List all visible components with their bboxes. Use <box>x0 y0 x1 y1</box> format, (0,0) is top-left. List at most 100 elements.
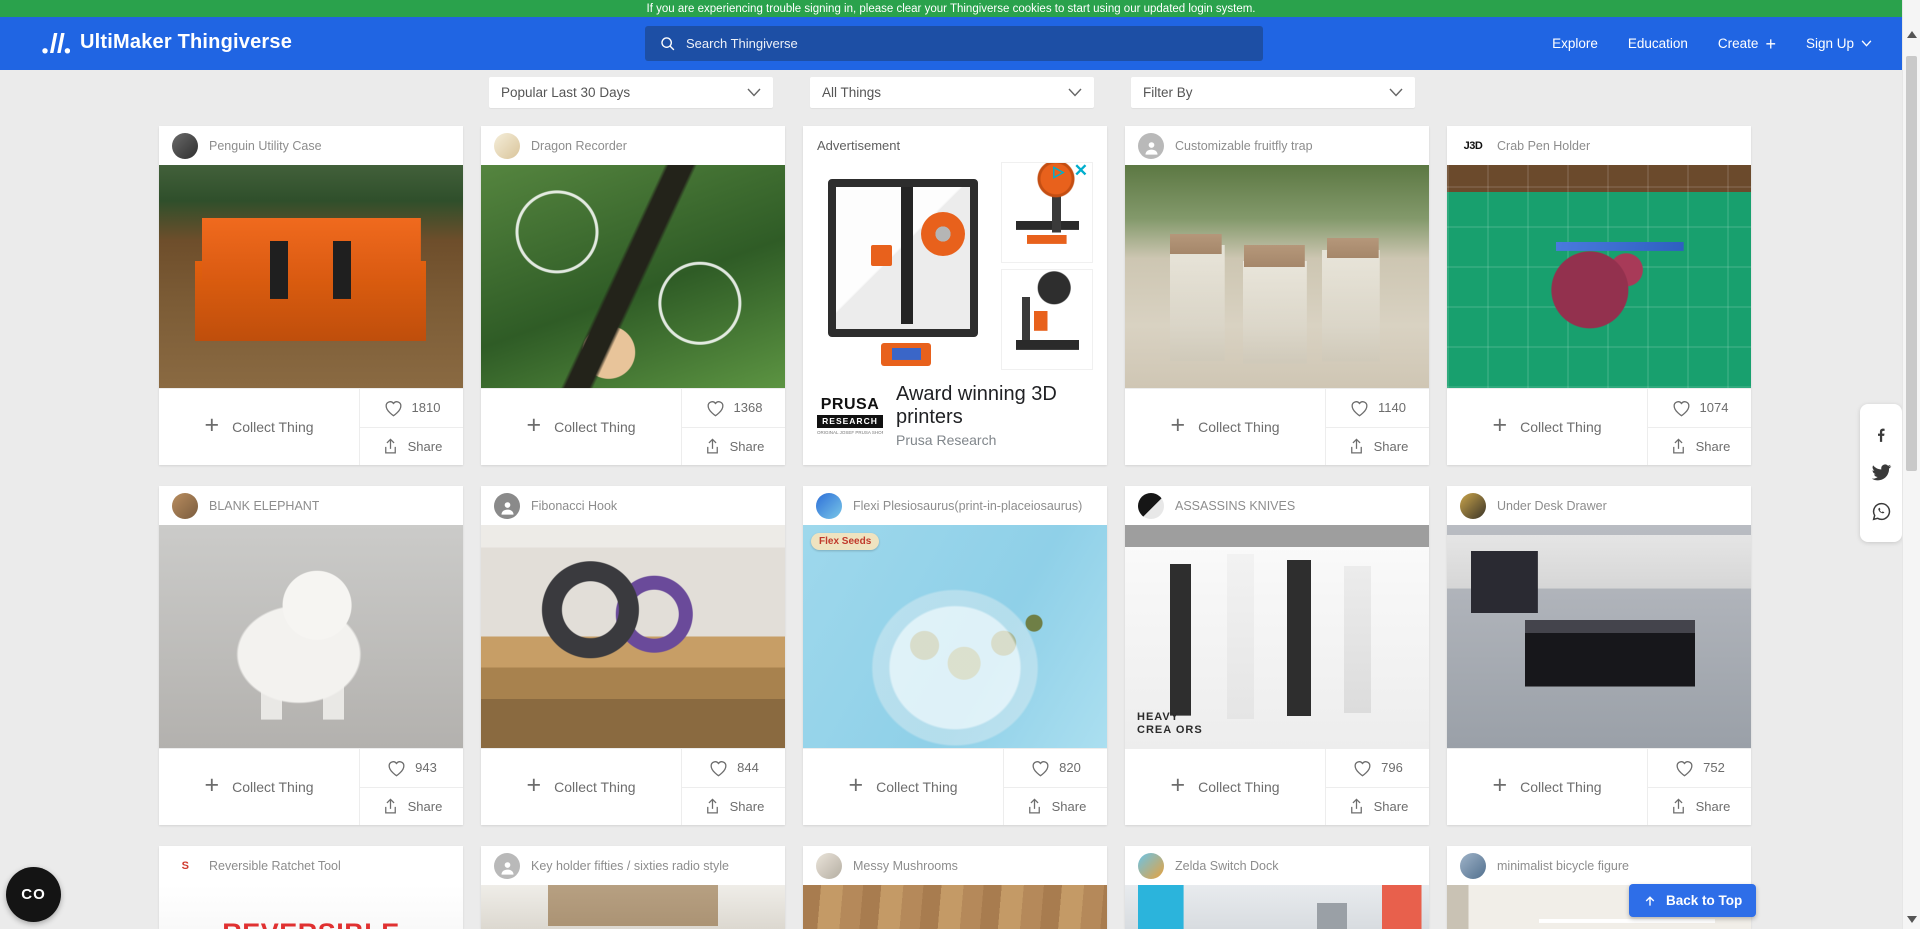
collect-thing-button[interactable]: + Collect Thing <box>159 389 359 465</box>
thing-image[interactable]: HEAVY CREA ORS <box>1125 525 1429 748</box>
creator-avatar[interactable] <box>1138 853 1164 879</box>
thing-card-header[interactable]: S Reversible Ratchet Tool <box>159 846 463 885</box>
thing-title[interactable]: Reversible Ratchet Tool <box>209 859 341 873</box>
share-button[interactable]: Share <box>682 427 785 466</box>
ad-close-icon[interactable]: ✕ <box>1074 161 1088 181</box>
thing-card-header[interactable]: Zelda Switch Dock <box>1125 846 1429 885</box>
search-bar[interactable] <box>645 26 1263 61</box>
nav-sign-up[interactable]: Sign Up <box>1806 36 1872 51</box>
collect-thing-button[interactable]: + Collect Thing <box>159 749 359 825</box>
thing-title[interactable]: Penguin Utility Case <box>209 139 322 153</box>
twitter-icon[interactable] <box>1871 464 1892 482</box>
thing-image[interactable] <box>1125 165 1429 388</box>
search-input[interactable] <box>686 36 1249 51</box>
creator-avatar[interactable] <box>494 493 520 519</box>
filter-by-dropdown[interactable]: Filter By <box>1131 77 1415 108</box>
thing-card-header[interactable]: BLANK ELEPHANT <box>159 486 463 525</box>
thing-title[interactable]: ASSASSINS KNIVES <box>1175 499 1295 513</box>
cookie-consent-button[interactable]: CO <box>6 867 61 922</box>
thing-image[interactable] <box>1125 885 1429 929</box>
scrollbar-thumb[interactable] <box>1906 56 1917 471</box>
like-button[interactable]: 1140 <box>1326 389 1429 427</box>
thing-title[interactable]: Zelda Switch Dock <box>1175 859 1279 873</box>
thing-image[interactable]: REVERSIBLE <box>159 885 463 929</box>
creator-avatar[interactable] <box>1138 133 1164 159</box>
thing-title[interactable]: Messy Mushrooms <box>853 859 958 873</box>
creator-avatar[interactable] <box>494 133 520 159</box>
thing-image[interactable] <box>803 885 1107 929</box>
page-scrollbar[interactable] <box>1902 0 1920 929</box>
like-button[interactable]: 820 <box>1004 749 1107 787</box>
creator-avatar[interactable] <box>172 493 198 519</box>
collect-thing-button[interactable]: + Collect Thing <box>1447 749 1647 825</box>
ad-choices-icon[interactable] <box>1051 165 1066 180</box>
collect-thing-button[interactable]: + Collect Thing <box>481 389 681 465</box>
share-button[interactable]: Share <box>682 787 785 826</box>
thing-card-header[interactable]: Under Desk Drawer <box>1447 486 1751 525</box>
thing-title[interactable]: Dragon Recorder <box>531 139 627 153</box>
nav-create[interactable]: Create + <box>1718 35 1776 53</box>
share-button[interactable]: Share <box>1648 427 1751 466</box>
share-button[interactable]: Share <box>1648 787 1751 826</box>
thing-image[interactable] <box>159 525 463 748</box>
share-button[interactable]: Share <box>1326 787 1429 826</box>
share-button[interactable]: Share <box>360 787 463 826</box>
collect-thing-button[interactable]: + Collect Thing <box>481 749 681 825</box>
like-button[interactable]: 844 <box>682 749 785 787</box>
thing-image[interactable] <box>159 165 463 388</box>
thing-image[interactable] <box>481 885 785 929</box>
nav-education[interactable]: Education <box>1628 36 1688 51</box>
share-button[interactable]: Share <box>1004 787 1107 826</box>
thing-card-header[interactable]: ASSASSINS KNIVES <box>1125 486 1429 525</box>
creator-avatar[interactable] <box>1138 493 1164 519</box>
like-button[interactable]: 943 <box>360 749 463 787</box>
creator-avatar[interactable] <box>816 493 842 519</box>
like-button[interactable]: 796 <box>1326 749 1429 787</box>
thing-image[interactable] <box>1447 165 1751 388</box>
thing-image[interactable] <box>481 525 785 748</box>
thing-card-header[interactable]: Customizable fruitfly trap <box>1125 126 1429 165</box>
like-button[interactable]: 752 <box>1648 749 1751 787</box>
thing-title[interactable]: minimalist bicycle figure <box>1497 859 1629 873</box>
thing-image[interactable] <box>481 165 785 388</box>
share-button[interactable]: Share <box>1326 427 1429 466</box>
thing-card-header[interactable]: Messy Mushrooms <box>803 846 1107 885</box>
thing-image[interactable] <box>1447 525 1751 748</box>
like-button[interactable]: 1810 <box>360 389 463 427</box>
collect-thing-button[interactable]: + Collect Thing <box>1125 389 1325 465</box>
collect-thing-button[interactable]: + Collect Thing <box>1125 749 1325 825</box>
ad-headline[interactable]: Award winning 3D printers <box>896 383 1093 429</box>
creator-avatar[interactable] <box>494 853 520 879</box>
nav-explore[interactable]: Explore <box>1552 36 1598 51</box>
creator-avatar[interactable] <box>1460 493 1486 519</box>
creator-avatar[interactable]: J3D <box>1460 133 1486 159</box>
thing-title[interactable]: Under Desk Drawer <box>1497 499 1607 513</box>
category-dropdown[interactable]: All Things <box>810 77 1094 108</box>
thing-card-header[interactable]: Key holder fifties / sixties radio style <box>481 846 785 885</box>
ad-creative[interactable]: ✕ <box>817 162 1093 370</box>
thing-title[interactable]: Fibonacci Hook <box>531 499 617 513</box>
creator-avatar[interactable]: S <box>172 853 198 879</box>
thing-card-header[interactable]: Fibonacci Hook <box>481 486 785 525</box>
creator-avatar[interactable] <box>1460 853 1486 879</box>
thing-image[interactable]: Flex Seeds <box>803 525 1107 748</box>
creator-avatar[interactable] <box>172 133 198 159</box>
like-button[interactable]: 1368 <box>682 389 785 427</box>
back-to-top-button[interactable]: Back to Top <box>1629 884 1756 917</box>
share-button[interactable]: Share <box>360 427 463 466</box>
creator-avatar[interactable] <box>816 853 842 879</box>
thing-title[interactable]: Customizable fruitfly trap <box>1175 139 1313 153</box>
thing-title[interactable]: Flexi Plesiosaurus(print-in-placeiosauru… <box>853 499 1082 513</box>
scrollbar-down-arrow[interactable] <box>1907 916 1917 923</box>
thing-card-header[interactable]: Flexi Plesiosaurus(print-in-placeiosauru… <box>803 486 1107 525</box>
whatsapp-icon[interactable] <box>1871 501 1892 522</box>
scrollbar-up-arrow[interactable] <box>1907 31 1917 38</box>
collect-thing-button[interactable]: + Collect Thing <box>1447 389 1647 465</box>
thing-card-header[interactable]: Dragon Recorder <box>481 126 785 165</box>
thing-card-header[interactable]: minimalist bicycle figure <box>1447 846 1751 885</box>
like-button[interactable]: 1074 <box>1648 389 1751 427</box>
facebook-icon[interactable] <box>1871 424 1891 444</box>
thing-title[interactable]: BLANK ELEPHANT <box>209 499 319 513</box>
thingiverse-logo[interactable]: UltiMaker Thingiverse <box>42 31 292 54</box>
thing-card-header[interactable]: J3D Crab Pen Holder <box>1447 126 1751 165</box>
